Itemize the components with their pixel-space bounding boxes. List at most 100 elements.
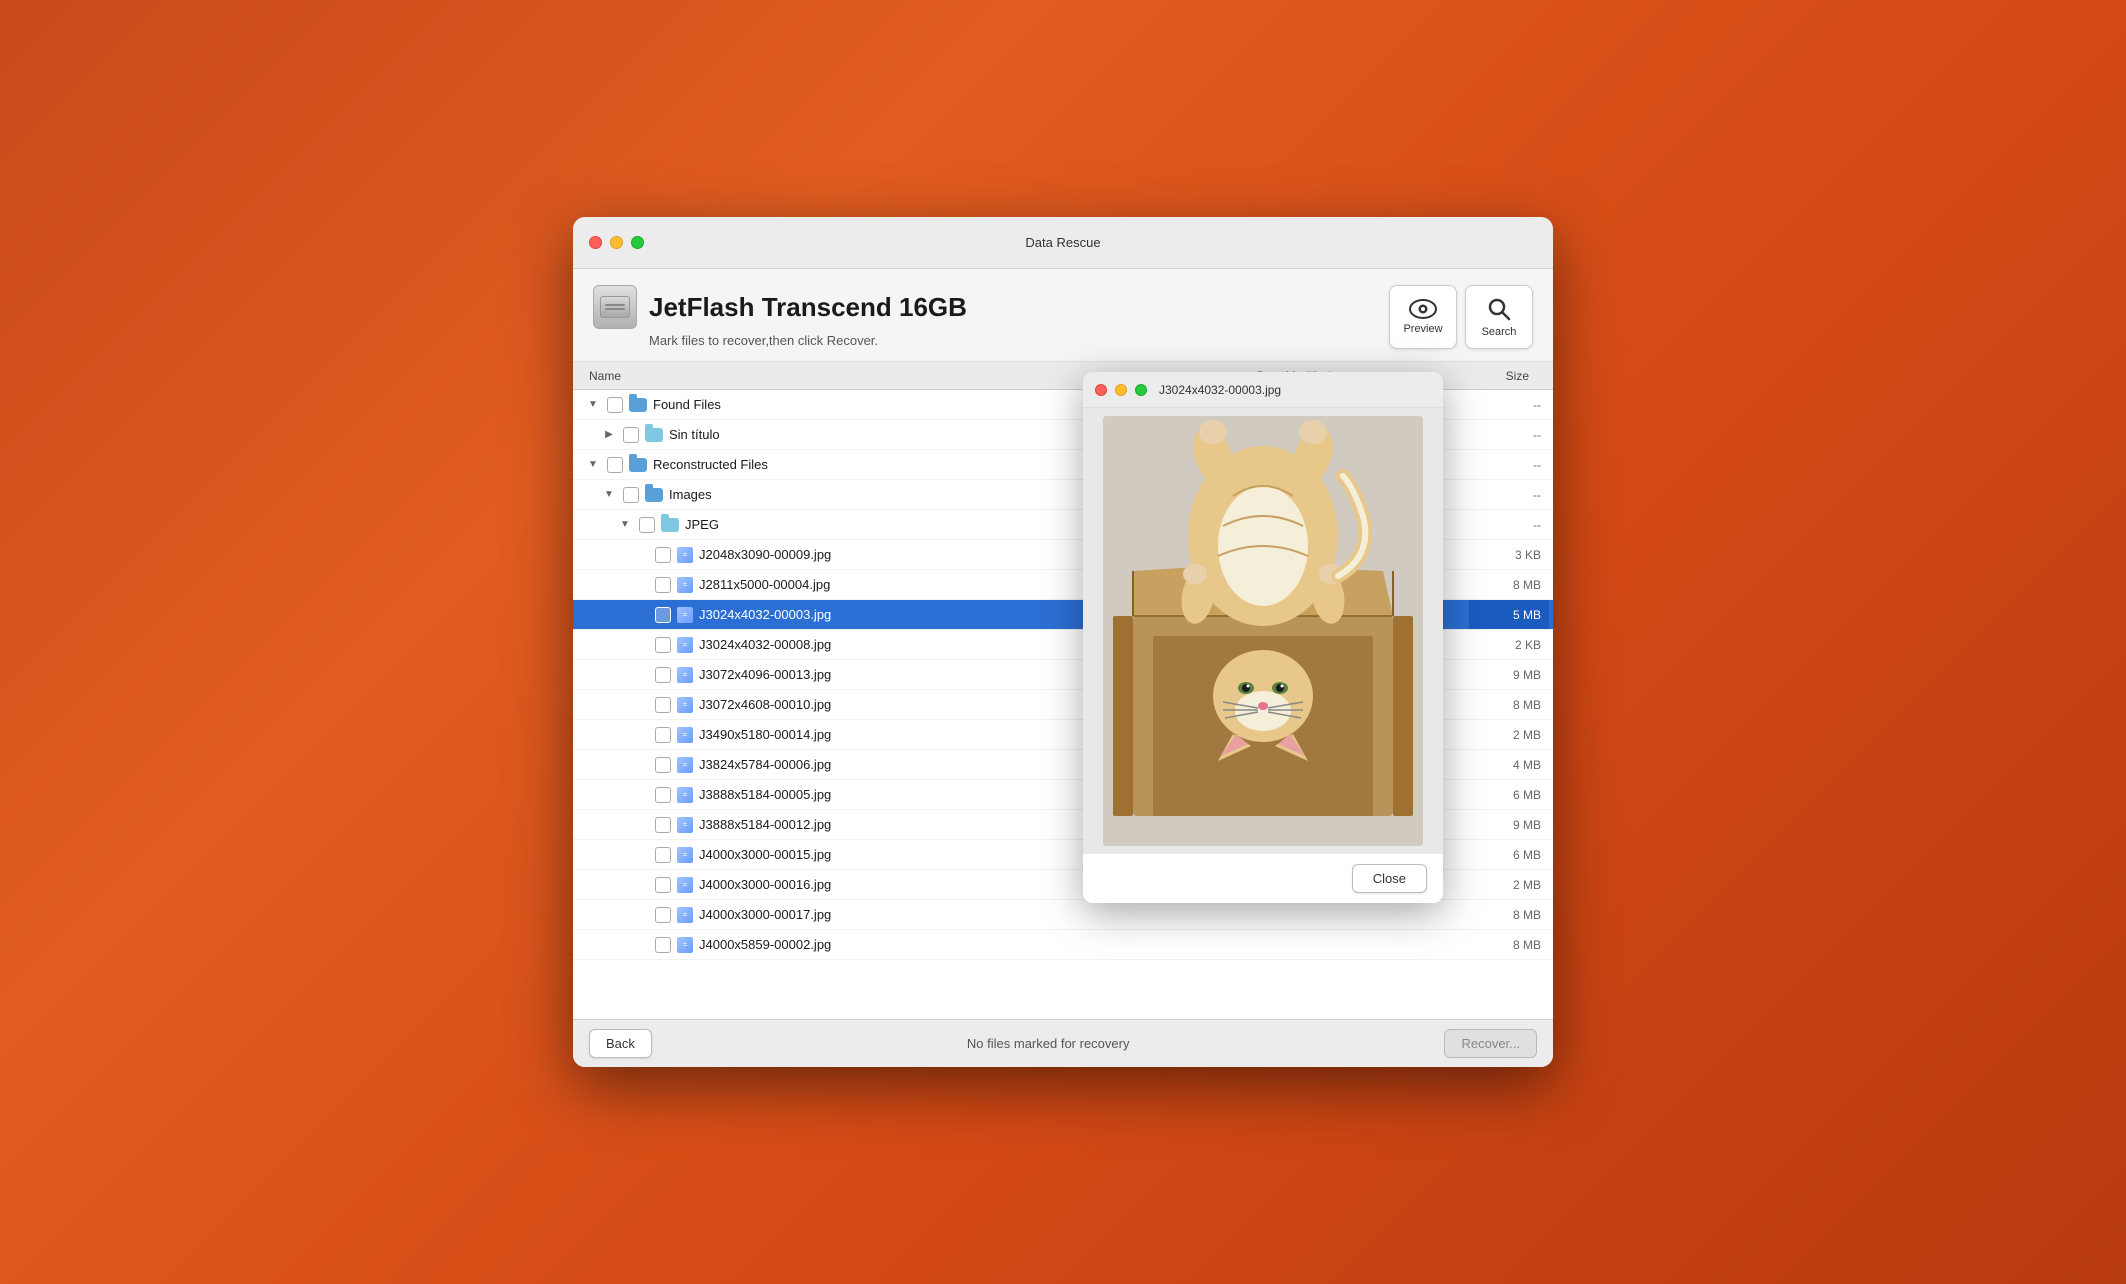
row-indent: ▶ = <box>577 757 699 773</box>
expand-arrow: ▼ <box>585 397 601 413</box>
search-label: Search <box>1482 326 1517 338</box>
file-size: 3 KB <box>1469 548 1549 562</box>
row-checkbox[interactable] <box>655 937 671 953</box>
row-checkbox[interactable] <box>655 727 671 743</box>
expand-arrow: ▼ <box>617 517 633 533</box>
row-checkbox[interactable] <box>655 757 671 773</box>
popup-close-button[interactable] <box>1095 384 1107 396</box>
file-img-icon: = <box>677 577 693 593</box>
row-indent: ▶ = <box>577 607 699 623</box>
col-size-header: Size <box>1457 369 1537 383</box>
row-indent: ▶ = <box>577 547 699 563</box>
folder-icon <box>629 458 647 472</box>
row-indent: ▼ <box>577 397 653 413</box>
search-icon <box>1486 296 1512 322</box>
close-preview-button[interactable]: Close <box>1352 864 1427 893</box>
cat-preview-image <box>1103 416 1423 846</box>
preview-icon <box>1409 299 1437 319</box>
file-size: 2 MB <box>1469 878 1549 892</box>
row-checkbox[interactable] <box>655 547 671 563</box>
drive-info: JetFlash Transcend 16GB <box>593 285 967 329</box>
row-checkbox[interactable] <box>623 487 639 503</box>
popup-titlebar: J3024x4032-00003.jpg <box>1083 372 1443 408</box>
expand-arrow: ▼ <box>601 487 617 503</box>
close-window-button[interactable] <box>589 236 602 249</box>
recover-button[interactable]: Recover... <box>1444 1029 1537 1058</box>
file-name: J4000x5859-00002.jpg <box>699 937 1269 952</box>
file-size: -- <box>1469 398 1549 412</box>
folder-icon <box>645 428 663 442</box>
header-buttons: Preview Search <box>1389 285 1533 349</box>
maximize-window-button[interactable] <box>631 236 644 249</box>
cat-svg <box>1103 416 1423 846</box>
row-checkbox[interactable] <box>655 907 671 923</box>
row-checkbox[interactable] <box>623 427 639 443</box>
file-img-icon: = <box>677 607 693 623</box>
file-img-icon: = <box>677 847 693 863</box>
row-checkbox[interactable] <box>655 667 671 683</box>
row-checkbox[interactable] <box>655 877 671 893</box>
expand-arrow: ▶ <box>601 427 617 443</box>
footer-status: No files marked for recovery <box>967 1036 1130 1051</box>
popup-maximize-button[interactable] <box>1135 384 1147 396</box>
row-indent: ▶ = <box>577 577 699 593</box>
row-indent: ▼ <box>577 457 653 473</box>
row-indent: ▶ = <box>577 787 699 803</box>
file-size: 2 KB <box>1469 638 1549 652</box>
drive-title: JetFlash Transcend 16GB <box>649 292 967 323</box>
preview-label: Preview <box>1403 323 1442 335</box>
search-button[interactable]: Search <box>1465 285 1533 349</box>
file-size: 2 MB <box>1469 728 1549 742</box>
file-size: 6 MB <box>1469 788 1549 802</box>
file-size: 9 MB <box>1469 668 1549 682</box>
row-checkbox[interactable] <box>655 787 671 803</box>
row-checkbox[interactable] <box>607 457 623 473</box>
table-row[interactable]: ▶ = J4000x3000-00017.jpg 8 MB <box>573 900 1553 930</box>
file-size: -- <box>1469 488 1549 502</box>
row-checkbox[interactable] <box>655 637 671 653</box>
file-img-icon: = <box>677 937 693 953</box>
popup-minimize-button[interactable] <box>1115 384 1127 396</box>
back-button[interactable]: Back <box>589 1029 652 1058</box>
file-size: -- <box>1469 458 1549 472</box>
file-img-icon: = <box>677 907 693 923</box>
window-title: Data Rescue <box>1025 235 1100 250</box>
file-size: -- <box>1469 428 1549 442</box>
row-checkbox[interactable] <box>639 517 655 533</box>
preview-popup: J3024x4032-00003.jpg <box>1083 372 1443 903</box>
row-checkbox[interactable] <box>655 697 671 713</box>
file-img-icon: = <box>677 697 693 713</box>
drive-icon <box>593 285 637 329</box>
preview-button[interactable]: Preview <box>1389 285 1457 349</box>
file-size: 4 MB <box>1469 758 1549 772</box>
main-window: Data Rescue JetFlash Transcend 16GB Mark… <box>573 217 1553 1067</box>
row-checkbox[interactable] <box>655 577 671 593</box>
row-checkbox[interactable] <box>607 397 623 413</box>
row-indent: ▶ = <box>577 907 699 923</box>
minimize-window-button[interactable] <box>610 236 623 249</box>
row-checkbox[interactable] <box>655 847 671 863</box>
row-indent: ▼ <box>577 517 685 533</box>
folder-icon <box>645 488 663 502</box>
row-indent: ▶ = <box>577 847 699 863</box>
file-img-icon: = <box>677 877 693 893</box>
file-img-icon: = <box>677 727 693 743</box>
header-subtitle: Mark files to recover,then click Recover… <box>649 333 967 348</box>
drive-line-2 <box>605 308 625 310</box>
folder-icon <box>629 398 647 412</box>
row-indent: ▶ = <box>577 727 699 743</box>
file-img-icon: = <box>677 757 693 773</box>
expand-arrow: ▼ <box>585 457 601 473</box>
table-row[interactable]: ▶ = J4000x5859-00002.jpg 8 MB <box>573 930 1553 960</box>
file-name: J4000x3000-00017.jpg <box>699 907 1269 922</box>
header: JetFlash Transcend 16GB Mark files to re… <box>573 269 1553 362</box>
footer: Back No files marked for recovery Recove… <box>573 1019 1553 1067</box>
row-checkbox[interactable] <box>655 607 671 623</box>
file-img-icon: = <box>677 547 693 563</box>
file-size: 5 MB <box>1469 600 1549 629</box>
drive-icon-inner <box>600 296 630 318</box>
row-checkbox[interactable] <box>655 817 671 833</box>
file-img-icon: = <box>677 817 693 833</box>
drive-line-1 <box>605 304 625 306</box>
titlebar: Data Rescue <box>573 217 1553 269</box>
